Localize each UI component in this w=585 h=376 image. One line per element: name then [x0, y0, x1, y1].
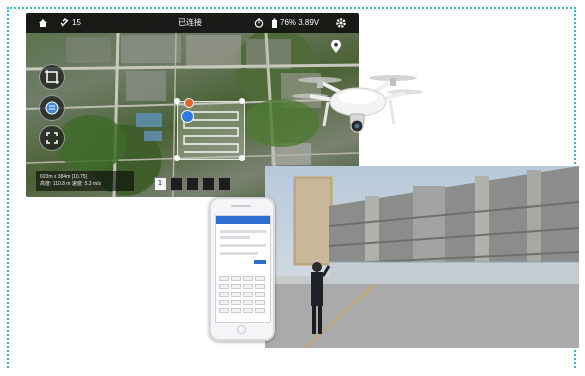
satellite-count: 15 [72, 18, 81, 27]
gear-icon[interactable] [335, 17, 347, 32]
altitude-speed-text: 高度: 110.8 m 速度: 5.3 m/s [40, 181, 102, 187]
drone-image [290, 66, 425, 146]
key[interactable] [219, 276, 229, 281]
key[interactable] [231, 284, 241, 289]
area-size-text: 603m x 384m [10.75] [40, 174, 87, 180]
battery-readout: 76% 3.89V [280, 18, 320, 27]
fullscreen-button[interactable] [39, 125, 65, 151]
form-field[interactable] [220, 244, 266, 247]
form-field[interactable] [220, 236, 250, 239]
keypad-row [219, 284, 267, 290]
submit-button[interactable] [254, 260, 266, 264]
tab-3[interactable] [186, 177, 199, 191]
key[interactable] [219, 292, 229, 297]
key[interactable] [219, 300, 229, 305]
form-field[interactable] [220, 252, 258, 255]
start-point-marker[interactable] [184, 98, 194, 108]
key[interactable] [255, 300, 265, 305]
bottom-tab-bar: 1 [154, 177, 250, 193]
speaker-grille [231, 205, 251, 207]
drone-position-marker [181, 110, 194, 123]
timer-icon [254, 18, 264, 31]
corner-handle[interactable] [174, 98, 180, 104]
keypad-row [219, 300, 267, 306]
corner-handle[interactable] [174, 155, 180, 161]
key[interactable] [219, 308, 229, 313]
construction-site-photo [265, 166, 579, 348]
tab-4[interactable] [202, 177, 215, 191]
phone-screen [215, 215, 271, 323]
flight-info-panel: 603m x 384m [10.75] 高度: 110.8 m 速度: 5.3 … [36, 171, 134, 191]
form-field[interactable] [220, 230, 266, 233]
app-header [216, 216, 270, 224]
app-status-bar: 15 已连接 76% 3.89V [26, 13, 359, 33]
corner-handle[interactable] [239, 98, 245, 104]
key[interactable] [243, 300, 253, 305]
key[interactable] [231, 308, 241, 313]
keypad-row [219, 308, 267, 314]
key[interactable] [243, 284, 253, 289]
key[interactable] [243, 292, 253, 297]
battery-icon [271, 18, 278, 31]
crop-square-icon [45, 70, 59, 84]
corner-handle[interactable] [239, 155, 245, 161]
key[interactable] [231, 300, 241, 305]
route-planning-button[interactable] [39, 95, 65, 121]
tab-5[interactable] [218, 177, 231, 191]
key[interactable] [243, 308, 253, 313]
tab-1[interactable]: 1 [154, 177, 167, 191]
keypad-row [219, 292, 267, 298]
key[interactable] [243, 276, 253, 281]
connection-status: 已连接 [178, 18, 202, 27]
location-pin-icon[interactable] [330, 39, 342, 59]
key[interactable] [219, 284, 229, 289]
key[interactable] [231, 276, 241, 281]
satellite-icon [60, 18, 70, 31]
tab-label: 1 [158, 180, 162, 187]
key[interactable] [255, 284, 265, 289]
smartphone [209, 197, 275, 341]
route-icon [45, 101, 59, 115]
key[interactable] [255, 276, 265, 281]
map-layers-button[interactable] [39, 64, 65, 90]
key[interactable] [255, 292, 265, 297]
tab-2[interactable] [170, 177, 183, 191]
home-icon[interactable] [38, 18, 48, 31]
key[interactable] [231, 292, 241, 297]
expand-icon [46, 132, 58, 144]
key[interactable] [255, 308, 265, 313]
home-button[interactable] [237, 325, 246, 334]
keypad-row [219, 276, 267, 282]
